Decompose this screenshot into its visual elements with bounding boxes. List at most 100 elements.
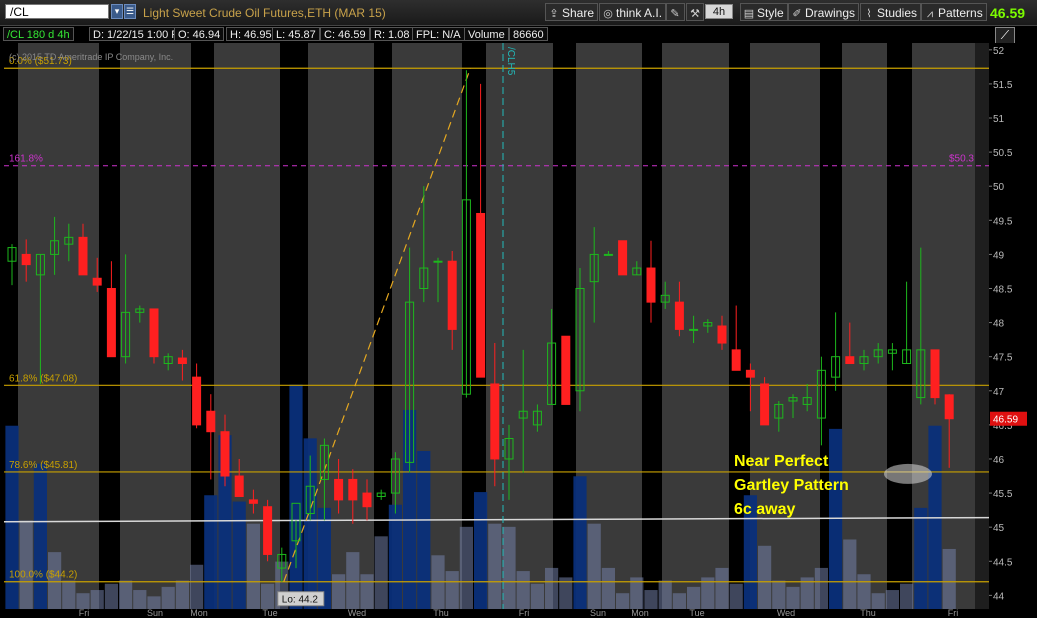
- volume-bar: [76, 593, 90, 609]
- candle-body: [263, 506, 273, 555]
- studies-button[interactable]: ⌇ Studies: [860, 3, 922, 21]
- volume-bar: [289, 384, 303, 609]
- share-icon: ⇪: [549, 8, 559, 20]
- info-range: R: 1.08: [370, 27, 414, 41]
- time-axis-label: Mon: [631, 608, 649, 618]
- candle-body: [760, 383, 770, 426]
- price-tick-label: 49: [993, 250, 1005, 261]
- price-axis: 4444.54545.54646.54747.54848.54949.55050…: [989, 43, 1037, 609]
- info-bar: /CL 180 d 4h D: 1/22/15 1:00 PM O: 46.94…: [0, 26, 990, 43]
- volume-bar: [417, 451, 431, 609]
- price-tick-label: 44: [993, 591, 1005, 602]
- candle: [263, 499, 273, 562]
- style-icon: ▤: [743, 8, 755, 20]
- volume-bar: [772, 580, 786, 609]
- instrument-description: Light Sweet Crude Oil Futures,ETH (MAR 1…: [143, 6, 386, 20]
- candle-body: [717, 325, 727, 344]
- info-low: L: 45.87: [272, 27, 320, 41]
- timeframe-selector[interactable]: 4h: [705, 4, 733, 19]
- time-axis-label: Thu: [860, 608, 876, 618]
- volume-bar: [62, 580, 76, 609]
- candle-body: [206, 410, 216, 433]
- day-session-strip: [887, 43, 912, 609]
- drawings-button[interactable]: ✐ Drawings: [788, 3, 860, 21]
- pencil-button[interactable]: ✎: [666, 3, 685, 21]
- symbol-input[interactable]: /CL: [5, 4, 109, 19]
- candle-body: [177, 357, 187, 365]
- wrench-button[interactable]: ⚒: [686, 3, 704, 21]
- volume-bar: [261, 583, 275, 609]
- candle-body: [220, 431, 230, 477]
- thinkai-icon: ◎: [603, 8, 613, 20]
- volume-bar: [885, 590, 899, 609]
- price-tick-label: 52: [993, 46, 1005, 57]
- volume-label: Volume: [464, 27, 509, 41]
- volume-bar: [104, 583, 118, 609]
- volume-bar: [445, 571, 459, 609]
- volume-bar: [843, 539, 857, 609]
- last-price: 46.59: [990, 5, 1026, 21]
- volume-bar: [545, 567, 559, 609]
- drawing-tool-button[interactable]: ⟋: [995, 27, 1015, 44]
- share-button[interactable]: ⇪ Share: [545, 3, 599, 21]
- volume-bar: [786, 586, 800, 609]
- price-tick-label: 47.5: [993, 353, 1013, 364]
- volume-bar: [871, 593, 885, 609]
- volume-bar: [530, 583, 544, 609]
- target-highlight-ellipse: [884, 463, 932, 484]
- volume-bar: [332, 574, 346, 609]
- patterns-button[interactable]: ⩘ Patterns: [921, 3, 987, 21]
- current-price-label: 46.59: [993, 415, 1018, 426]
- volume-bar: [672, 593, 686, 609]
- volume-bar: [914, 507, 928, 609]
- volume-bar: [190, 564, 204, 609]
- candle-body: [476, 212, 486, 378]
- candle-body: [646, 267, 656, 303]
- time-axis-label: Wed: [777, 608, 795, 618]
- time-axis: Fri Sun Mon Tue Wed Thu Fri Sun Mon Tue Wed Thu Fri: [79, 608, 959, 618]
- volume-bar: [133, 590, 147, 609]
- volume-bar: [33, 463, 47, 609]
- volume-bar: [502, 526, 516, 609]
- volume-bar: [19, 520, 33, 609]
- price-tick-label: 47: [993, 387, 1005, 398]
- price-tick-label: 44.5: [993, 557, 1013, 568]
- volume-bar: [119, 580, 133, 609]
- candle-body: [362, 492, 372, 508]
- candle-body: [745, 369, 755, 378]
- volume-bar: [516, 571, 530, 609]
- volume-bar: [900, 583, 914, 609]
- info-fpl: FPL: N/A: [412, 27, 465, 41]
- price-tick-label: 48.5: [993, 284, 1013, 295]
- candle: [618, 240, 628, 276]
- volume-bar: [573, 476, 587, 609]
- volume-bar: [601, 567, 615, 609]
- volume-bar: [942, 548, 956, 609]
- symbol-dropdown-button[interactable]: ▾: [111, 4, 123, 19]
- fib-level-label: 161.8%: [9, 154, 43, 165]
- time-axis-label: Fri: [519, 608, 530, 618]
- candle: [561, 335, 571, 405]
- volume-bar: [644, 590, 658, 609]
- fib-level-label: 78.6% ($45.81): [9, 460, 77, 471]
- candle-body: [944, 394, 954, 420]
- wrench-icon: ⚒: [690, 8, 700, 20]
- candle-body: [21, 253, 31, 266]
- price-chart[interactable]: 0.0% ($51.73)161.8% $50.361.8% ($47.08)78…: [0, 43, 1037, 618]
- candle-body: [561, 335, 571, 405]
- volume-bar: [90, 590, 104, 609]
- style-button[interactable]: ▤ Style: [740, 3, 788, 21]
- thinkai-button[interactable]: ◎ think A.I.: [599, 3, 667, 21]
- drawings-icon: ✐: [792, 8, 802, 20]
- candle-body: [149, 308, 159, 358]
- price-tick-label: 48: [993, 319, 1005, 330]
- volume-bar: [758, 545, 772, 609]
- price-tick-label: 51: [993, 114, 1005, 125]
- volume-bar: [616, 593, 630, 609]
- volume-bar: [360, 574, 374, 609]
- time-axis-label: Sun: [590, 608, 606, 618]
- symbol-lookup-button[interactable]: ☰: [124, 4, 136, 19]
- info-open: O: 46.94: [174, 27, 225, 41]
- volume-bar: [246, 523, 260, 609]
- future-area: [975, 43, 989, 609]
